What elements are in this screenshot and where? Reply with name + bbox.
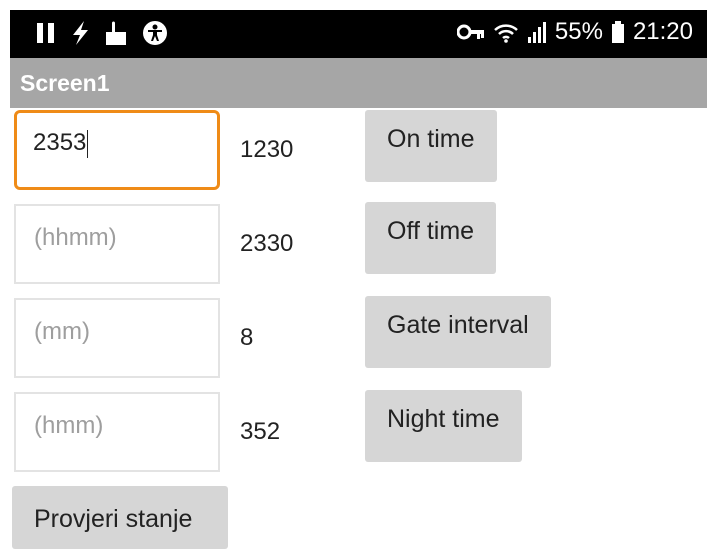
pause-icon (36, 21, 56, 45)
gate-interval-value: 8 (240, 324, 254, 351)
on-time-row: 2353 1230 On time (0, 110, 707, 196)
gate-interval-button[interactable]: Gate interval (365, 296, 551, 368)
signal-icon (527, 20, 547, 44)
status-bar-right: 55% 21:20 (456, 18, 693, 46)
night-time-input[interactable]: (hmm) (14, 392, 220, 472)
night-time-button[interactable]: Night time (365, 390, 522, 462)
status-bar: 55% 21:20 (10, 10, 707, 58)
vpn-key-icon (456, 22, 485, 42)
on-time-input-value: 2353 (33, 129, 87, 156)
gate-interval-input[interactable]: (mm) (14, 298, 220, 378)
clock: 21:20 (632, 18, 693, 45)
off-time-value: 2330 (240, 230, 294, 257)
off-time-input-placeholder: (hhmm) (34, 224, 117, 251)
gate-interval-input-placeholder: (mm) (34, 318, 90, 345)
text-cursor (87, 129, 89, 158)
status-bar-left (36, 20, 168, 46)
on-time-input[interactable]: 2353 (14, 110, 220, 190)
gate-interval-row: (mm) 8 Gate interval (0, 296, 707, 384)
on-time-button[interactable]: On time (365, 110, 497, 182)
notification-icon (104, 20, 128, 46)
app-bar-title: Screen1 (20, 69, 110, 96)
check-status-button[interactable]: Provjeri stanje (12, 486, 228, 549)
night-time-input-placeholder: (hmm) (34, 412, 104, 439)
accessibility-icon (142, 20, 168, 46)
flash-icon (70, 20, 90, 46)
battery-icon (611, 20, 625, 44)
night-time-row: (hmm) 352 Night time (0, 390, 707, 478)
wifi-icon (493, 20, 519, 44)
off-time-input[interactable]: (hhmm) (14, 204, 220, 284)
battery-percent: 55% (554, 18, 603, 45)
off-time-row: (hhmm) 2330 Off time (0, 202, 707, 290)
night-time-value: 352 (240, 418, 281, 445)
on-time-value: 1230 (240, 136, 294, 163)
off-time-button[interactable]: Off time (365, 202, 497, 274)
app-bar: Screen1 (10, 58, 707, 108)
